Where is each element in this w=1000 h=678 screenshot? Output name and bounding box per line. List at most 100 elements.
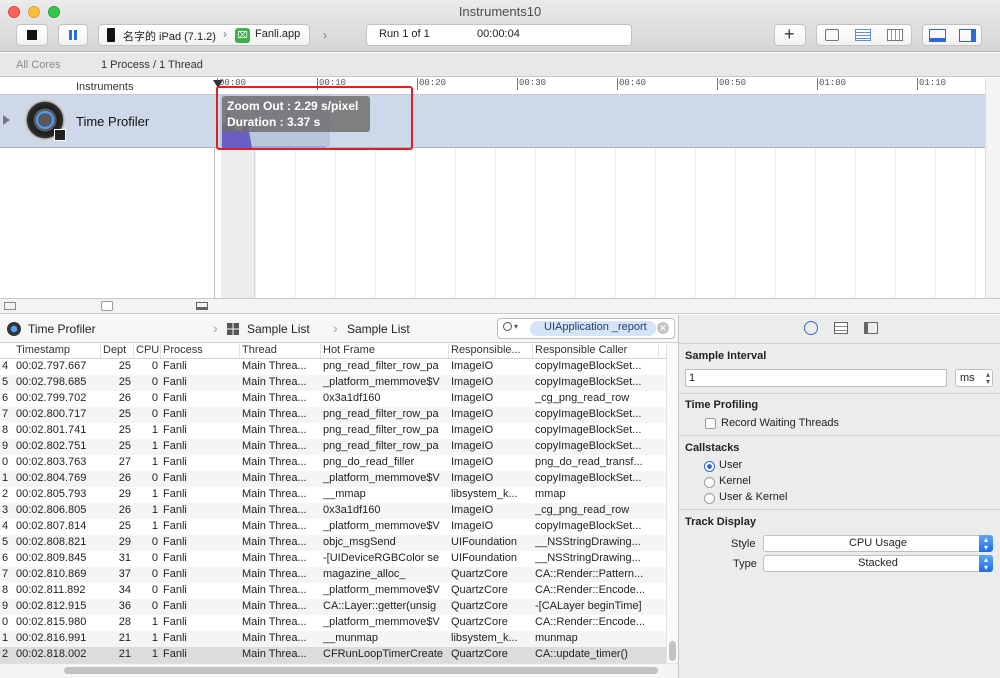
record-settings-tab-icon[interactable] bbox=[804, 321, 818, 335]
splitter-handle-icon[interactable] bbox=[101, 301, 113, 311]
jump-subview[interactable]: Sample List bbox=[347, 322, 410, 336]
all-cores-tab[interactable]: All Cores bbox=[16, 59, 61, 71]
radio-user-kernel[interactable] bbox=[704, 493, 715, 504]
table-cell: munmap bbox=[535, 632, 578, 644]
scroll-thumb[interactable] bbox=[64, 667, 658, 674]
pause-button[interactable] bbox=[58, 24, 88, 46]
table-cell: Main Threa... bbox=[242, 488, 307, 500]
table-cell: 1 bbox=[151, 632, 158, 644]
table-cell: __mmap bbox=[323, 488, 366, 500]
table-row[interactable]: 0 00:02.803.763 27 1 Fanli Main Threa... png_d… bbox=[0, 455, 666, 471]
table-row[interactable]: 4 00:02.797.667 25 0 Fanli Main Threa... png_r… bbox=[0, 359, 666, 375]
column-header[interactable]: Process bbox=[161, 344, 240, 358]
table-cell: copyImageBlockSet... bbox=[535, 472, 642, 484]
table-row[interactable]: 5 00:02.808.821 29 0 Fanli Main Threa... objc_… bbox=[0, 535, 666, 551]
mini-view-icon[interactable] bbox=[196, 302, 208, 310]
column-header[interactable]: Dept bbox=[101, 344, 134, 358]
table-row[interactable]: 1 00:02.816.991 21 1 Fanli Main Threa... __mun… bbox=[0, 631, 666, 647]
table-row[interactable]: 5 00:02.798.685 25 0 Fanli Main Threa... _plat… bbox=[0, 375, 666, 391]
time-ruler[interactable]: Instruments 00:00 00:10 00:20 00:30 00:40 00:… bbox=[0, 78, 985, 95]
separator-chevron-icon: › bbox=[223, 27, 227, 41]
table-row[interactable]: 2 00:02.818.002 21 1 Fanli Main Threa... CFRun… bbox=[0, 647, 666, 663]
display-settings-tab-icon[interactable] bbox=[834, 322, 848, 334]
unit-value: ms bbox=[960, 372, 975, 384]
table-cell: png_read_filter_row_pa bbox=[323, 360, 439, 372]
toggle-bottom-panel-icon[interactable] bbox=[929, 29, 946, 42]
table-row[interactable]: 6 00:02.809.845 31 0 Fanli Main Threa... -[UID… bbox=[0, 551, 666, 567]
sample-interval-input[interactable]: 1 bbox=[685, 369, 947, 387]
interval-unit-select[interactable]: ms ▴ ▾ bbox=[955, 369, 993, 387]
table-row[interactable]: 0 00:02.815.980 28 1 Fanli Main Threa... _plat… bbox=[0, 615, 666, 631]
extended-detail-tab-icon[interactable] bbox=[864, 322, 878, 334]
table-cell: 26 bbox=[118, 392, 131, 404]
table-row[interactable]: 4 00:02.807.814 25 1 Fanli Main Threa... _plat… bbox=[0, 519, 666, 535]
table-row[interactable]: 2 00:02.805.793 29 1 Fanli Main Threa... __mma… bbox=[0, 487, 666, 503]
track-row-time-profiler[interactable]: Time Profiler Zoom Out : 2.29 s/pixel Du… bbox=[0, 86, 985, 150]
search-field[interactable]: ▾ UIApplication _report ✕ bbox=[497, 318, 675, 339]
table-cell: QuartzCore bbox=[451, 568, 508, 580]
disclosure-triangle-icon[interactable] bbox=[3, 115, 10, 125]
vertical-scrollbar[interactable] bbox=[666, 343, 678, 663]
scroll-thumb[interactable] bbox=[669, 641, 676, 661]
time-profiling-section: Time Profiling Record Waiting Threads bbox=[679, 393, 1000, 435]
table-row[interactable]: 7 00:02.800.717 25 0 Fanli Main Threa... png_r… bbox=[0, 407, 666, 423]
jump-view[interactable]: Sample List bbox=[247, 322, 310, 336]
run-status-display: Run 1 of 1 00:00:04 bbox=[366, 24, 632, 46]
search-icon bbox=[503, 322, 512, 331]
inspection-range[interactable] bbox=[221, 148, 255, 298]
table-cell: 3 bbox=[2, 504, 9, 516]
table-row[interactable]: 9 00:02.812.915 36 0 Fanli Main Threa... CA::L… bbox=[0, 599, 666, 615]
process-thread-tab[interactable]: 1 Process / 1 Thread bbox=[101, 59, 203, 71]
column-header[interactable]: Responsible... bbox=[449, 344, 533, 358]
record-settings-icon[interactable] bbox=[825, 29, 839, 41]
table-row[interactable]: 8 00:02.801.741 25 1 Fanli Main Threa... png_r… bbox=[0, 423, 666, 439]
table-row[interactable]: 7 00:02.810.869 37 0 Fanli Main Threa... magaz… bbox=[0, 567, 666, 583]
horizontal-scrollbar[interactable] bbox=[0, 663, 678, 678]
radio-user[interactable] bbox=[704, 461, 715, 472]
table-cell: 00:02.797.667 bbox=[16, 360, 87, 372]
column-header[interactable]: Thread bbox=[240, 344, 321, 358]
table-cell: CA::Render::Encode... bbox=[535, 584, 646, 596]
table-row[interactable]: 6 00:02.799.702 26 0 Fanli Main Threa... 0x3a1… bbox=[0, 391, 666, 407]
record-waiting-checkbox[interactable] bbox=[705, 418, 716, 429]
column-header[interactable]: CPU bbox=[134, 344, 161, 358]
toggle-right-panel-icon[interactable] bbox=[959, 29, 976, 42]
search-token[interactable]: UIApplication _report bbox=[530, 321, 656, 336]
table-cell: ImageIO bbox=[451, 520, 494, 532]
ruler-tick: 01:00 bbox=[817, 78, 847, 90]
radio-kernel[interactable] bbox=[704, 477, 715, 488]
table-row[interactable]: 9 00:02.802.751 25 1 Fanli Main Threa... png_r… bbox=[0, 439, 666, 455]
table-cell: ImageIO bbox=[451, 456, 494, 468]
table-cell: libsystem_k... bbox=[451, 632, 518, 644]
type-label: Type bbox=[733, 558, 757, 570]
column-header[interactable]: Timestamp bbox=[14, 344, 101, 358]
search-options-chevron-icon[interactable]: ▾ bbox=[514, 322, 518, 331]
stop-button[interactable] bbox=[16, 24, 48, 46]
detail-list-icon[interactable] bbox=[855, 29, 871, 41]
style-select[interactable]: CPU Usage ▴ ▾ bbox=[763, 535, 993, 552]
target-selector[interactable]: 名字的 iPad (7.1.2) › › ⌧ Fanli.app bbox=[98, 24, 327, 46]
table-row[interactable]: 1 00:02.804.769 26 0 Fanli Main Threa... _plat… bbox=[0, 471, 666, 487]
table-row[interactable]: 3 00:02.806.805 26 1 Fanli Main Threa... 0x3a1… bbox=[0, 503, 666, 519]
table-cell: 36 bbox=[118, 600, 131, 612]
track-splitter-vertical[interactable] bbox=[985, 78, 1000, 298]
table-cell: png_read_filter_row_pa bbox=[323, 408, 439, 420]
table-cell: Fanli bbox=[163, 568, 187, 580]
column-header[interactable]: Responsible Caller bbox=[533, 344, 659, 358]
table-cell: Fanli bbox=[163, 456, 187, 468]
table-cell: 6 bbox=[2, 552, 9, 564]
table-cell: Fanli bbox=[163, 408, 187, 420]
add-instrument-button[interactable]: + bbox=[774, 24, 806, 46]
table-row[interactable]: 8 00:02.811.892 34 0 Fanli Main Threa... _plat… bbox=[0, 583, 666, 599]
jump-instrument[interactable]: Time Profiler bbox=[28, 322, 96, 336]
sample-interval-section: Sample Interval 1 ms ▴ ▾ bbox=[679, 343, 1000, 393]
graph-size-icon[interactable] bbox=[4, 302, 16, 310]
table-cell: 00:02.804.769 bbox=[16, 472, 87, 484]
clear-search-icon[interactable]: ✕ bbox=[657, 322, 669, 334]
extended-detail-icon[interactable] bbox=[887, 29, 903, 41]
table-cell: QuartzCore bbox=[451, 600, 508, 612]
table-cell: 1 bbox=[2, 632, 9, 644]
column-header[interactable]: Hot Frame bbox=[321, 344, 449, 358]
sample-list-table[interactable]: Timestamp Dept CPU Process Thread Hot Frame Re… bbox=[0, 343, 666, 663]
type-select[interactable]: Stacked ▴ ▾ bbox=[763, 555, 993, 572]
